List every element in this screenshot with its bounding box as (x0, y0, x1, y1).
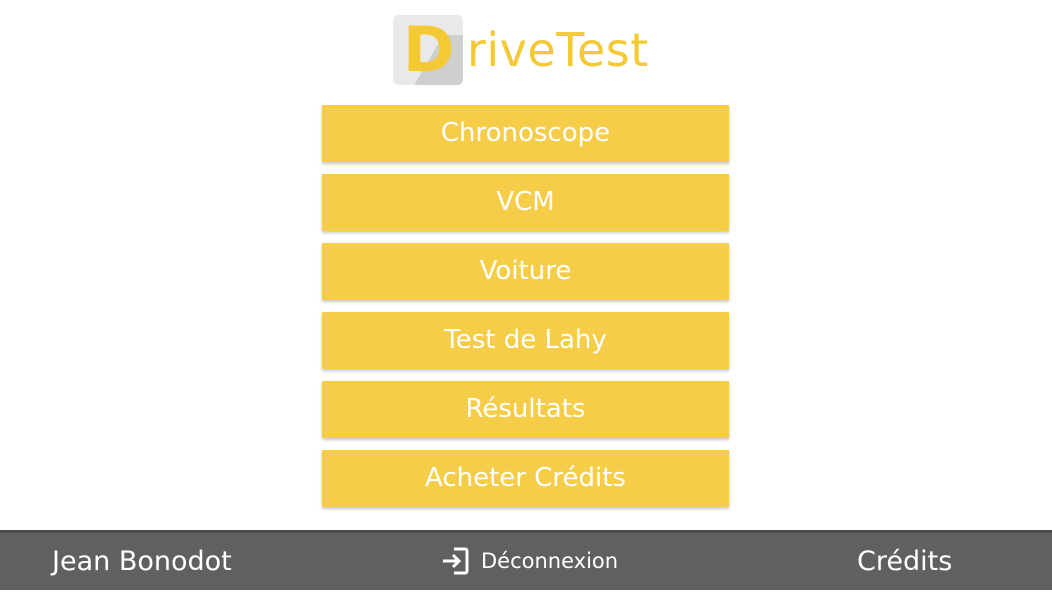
logo-mark: D (393, 15, 463, 85)
test-de-lahy-button[interactable]: Test de Lahy (322, 312, 729, 369)
footer-bar: Jean Bonodot Déconnexion Crédits (0, 530, 1052, 590)
logo-text: riveTest (467, 23, 649, 77)
resultats-button[interactable]: Résultats (322, 381, 729, 438)
logout-button[interactable]: Déconnexion (440, 530, 618, 592)
app-logo: D riveTest (393, 14, 649, 86)
main-menu: Chronoscope VCM Voiture Test de Lahy Rés… (322, 105, 729, 519)
credits-link[interactable]: Crédits (857, 530, 952, 594)
logout-icon (443, 547, 469, 575)
voiture-button[interactable]: Voiture (322, 243, 729, 300)
logo-letter: D (403, 15, 455, 85)
chronoscope-button[interactable]: Chronoscope (322, 105, 729, 162)
logout-label: Déconnexion (481, 549, 619, 573)
vcm-button[interactable]: VCM (322, 174, 729, 231)
user-name: Jean Bonodot (52, 546, 232, 577)
acheter-credits-button[interactable]: Acheter Crédits (322, 450, 729, 507)
